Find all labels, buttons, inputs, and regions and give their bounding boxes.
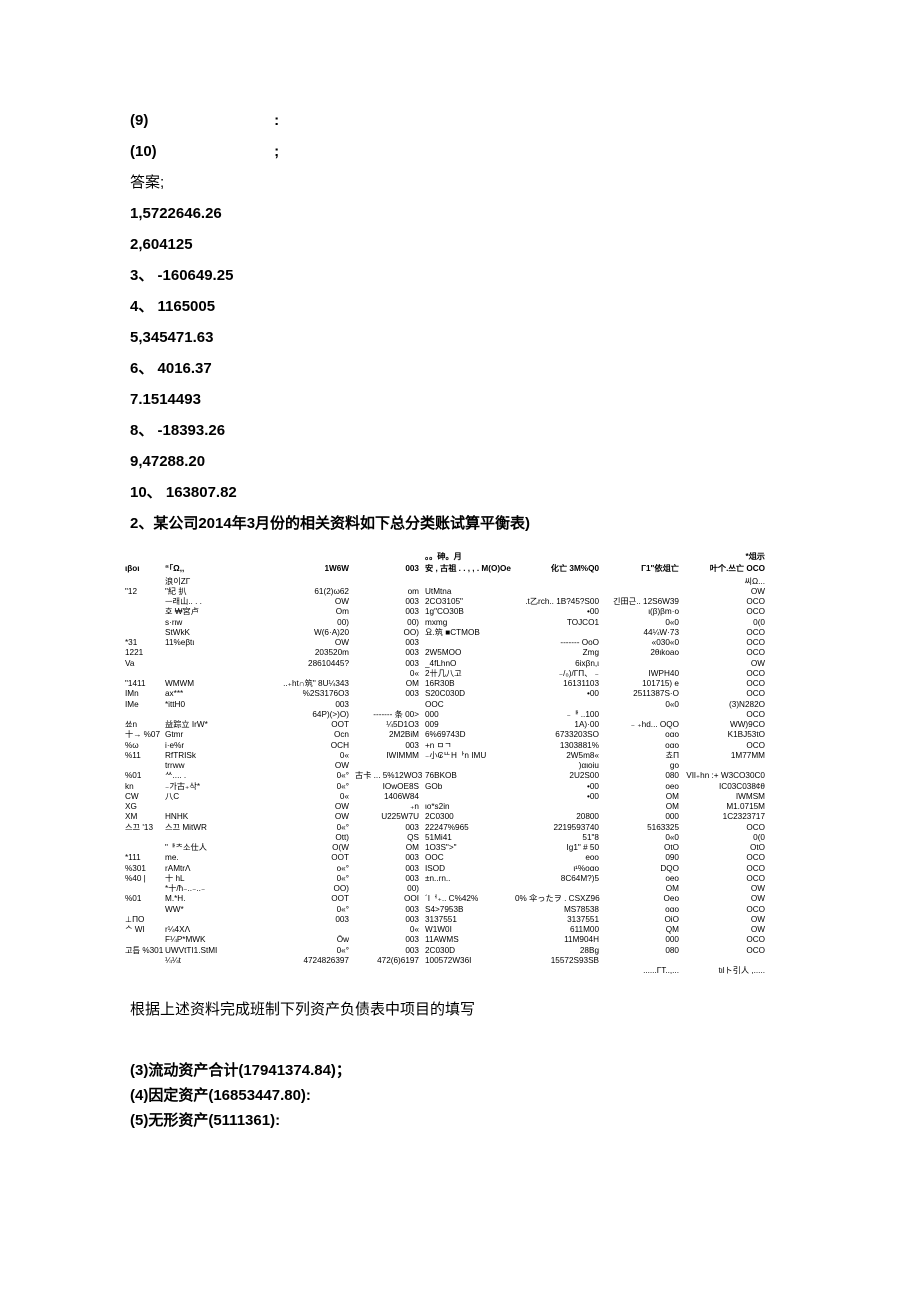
q10-label: (10): [130, 141, 270, 162]
trial-balance-table: 。。砷。月 *俎示 ιβοι “「Ω,, 1W6W 003 安 , 古祖 . .…: [125, 552, 795, 976]
table-row: 1221203520m0032W5MOOZmg2θιkoaoOCO: [125, 648, 795, 658]
table-row: Ott)QS51Mi4151"80«00(0: [125, 833, 795, 843]
answer-5: 5,345471.63: [130, 327, 790, 348]
table-row: StWkKW(6·A)20OO)요.筑 ■CTMOB44¼W·73OCO: [125, 628, 795, 638]
balance-item-5: (5)无形资产(5111361):: [130, 1109, 790, 1130]
answer-8: 8、 -18393.26: [130, 420, 790, 441]
table-row: CW八C0«1406W84•00OMIWMSM: [125, 792, 795, 802]
q9-end: :: [274, 112, 279, 129]
answer-7: 7.1514493: [130, 389, 790, 410]
table-row: %40 |十 hL0«°003±n..rn..8C64M?)5oeoOCO: [125, 874, 795, 884]
q9-label: (9): [130, 110, 270, 131]
q10-end: ;: [274, 143, 279, 160]
table-row: 호 ₩宮卢Om0031g"CO30B•00ι(β)βm·oOCO: [125, 607, 795, 617]
table-row: F¼P*MWKÔw00311AWMS11M904H000OCO: [125, 935, 795, 945]
table-row: %ωi·e%rOCH003+n ㅁㄱ1303881%oαoOCO: [125, 741, 795, 751]
table-row: 浪이ZΓ씨Ω...: [125, 577, 795, 587]
table-row: *十/ħ₋..₋..₋OO)00)OMOW: [125, 884, 795, 894]
table-row: ......ΓΤ..,...tιlト引人 ,.....: [125, 966, 795, 976]
post-instruction: 根据上述资料完成班制下列资产负债表中项目的填写: [130, 998, 790, 1019]
table-row: *111me.OOT003OOCeoo090OCO: [125, 853, 795, 863]
table-row: kn₋가古₊삭*0«°IOwOE8SGOb•00oeoIC03C038¢θ: [125, 782, 795, 792]
question-9: (9) :: [130, 110, 790, 131]
table-row: 0«2卄几八고₋/₀)/ΓΠ、 ₋IWPH40OCO: [125, 669, 795, 679]
table-row: IMe*ittH0003OOC0«0(3)N282O: [125, 700, 795, 710]
table-row: 스끄 '13스끄 MitWR0«°00322247%96522195937405…: [125, 823, 795, 833]
table-row: "1411WMWM..₊ht∩筑" 8U¼343OM16R30B16131103…: [125, 679, 795, 689]
answer-1: 1,5722646.26: [130, 203, 790, 224]
table-row: Va28610445?003_4fLhnO6ixβn,ιOW: [125, 659, 795, 669]
table-row: %301rAMtrΛo«°003ISODι¹%oαoDQOOCO: [125, 864, 795, 874]
answer-10: 10、 163807.82: [130, 482, 790, 503]
table-row: IMnax***%2S3176O3003S20C030D•002511387S·…: [125, 689, 795, 699]
table-row: %11RfTRISk0«IWIMMM₋小₢ᄔHᅡn IMU2W5m8«쵸Π1M7…: [125, 751, 795, 761]
answer-3: 3、 -160649.25: [130, 265, 790, 286]
answers-label: 答案;: [130, 172, 790, 193]
table-row: ⊥ΠO00300331375513137551OiOOW: [125, 915, 795, 925]
table-row: XMHNHKOWU225W7U2C0300208000001C2323717: [125, 812, 795, 822]
table-row: s·rιw00)00)mxmgTOJCO10«00(0: [125, 618, 795, 628]
table-row: trrwwOW)αιoiugo: [125, 761, 795, 771]
table-row: %01ᄊ.... .0«°古卡 ... 5%12WO376BKOB2U2S000…: [125, 771, 795, 781]
table-row: ᄉ WIr¼4XΛ0«W1W0I611M00QMOW: [125, 925, 795, 935]
section-2-heading: 2、某公司2014年3月份的相关资料如下总分类账试算平衡表): [130, 513, 790, 534]
answer-9: 9,47288.20: [130, 451, 790, 472]
table-row: 十→ %07GtmrOcn2M2BiM6%69743D6733203SOoαoK…: [125, 730, 795, 740]
table-row: 64P)(>)O)------- 条 00>000₋ᆘ ..100OCO: [125, 710, 795, 720]
table-row: "12"紀 扒61(2)ω62omUtMtnaOW: [125, 587, 795, 597]
table-row: ᅳ래山.. . .OW0032CO3105".t乙rch.. 1B?45?S00…: [125, 597, 795, 607]
table-row: 고틉 %301UWVtTI1.StMI0«°0032C030D28Bg080OC…: [125, 946, 795, 956]
table-row: *3111%eβtιOW003------- OoO«030«0OCO: [125, 638, 795, 648]
answer-4: 4、 1165005: [130, 296, 790, 317]
table-row: %01M.*H.OOTOOI´Iᅥ₊.. C%42%0% 伞ったヲ . CSXZ…: [125, 894, 795, 904]
table-row: WW*0«°003S4>7953BMS78538oαoOCO: [125, 905, 795, 915]
question-10: (10) ;: [130, 141, 790, 162]
answer-6: 6、 4016.37: [130, 358, 790, 379]
answer-2: 2,604125: [130, 234, 790, 255]
table-row: XGOW₊nιo*s2inOMM1.0715M: [125, 802, 795, 812]
table-row: "ᆘᄎ소仕人O(WOM1O3S">"Ig1" # 50OtOOtO: [125, 843, 795, 853]
balance-item-4: (4)因定资产(16853447.80):: [130, 1084, 790, 1105]
table-row: ¼¼t4724826397472(6)6197100572W36I15572S9…: [125, 956, 795, 966]
balance-item-3: (3)流动资产合计(17941374.84)；: [130, 1059, 790, 1080]
table-row: 쑈n益踪立 IrW*OOT¼5D1O30091A)·00₋ ₊hd... OQO…: [125, 720, 795, 730]
